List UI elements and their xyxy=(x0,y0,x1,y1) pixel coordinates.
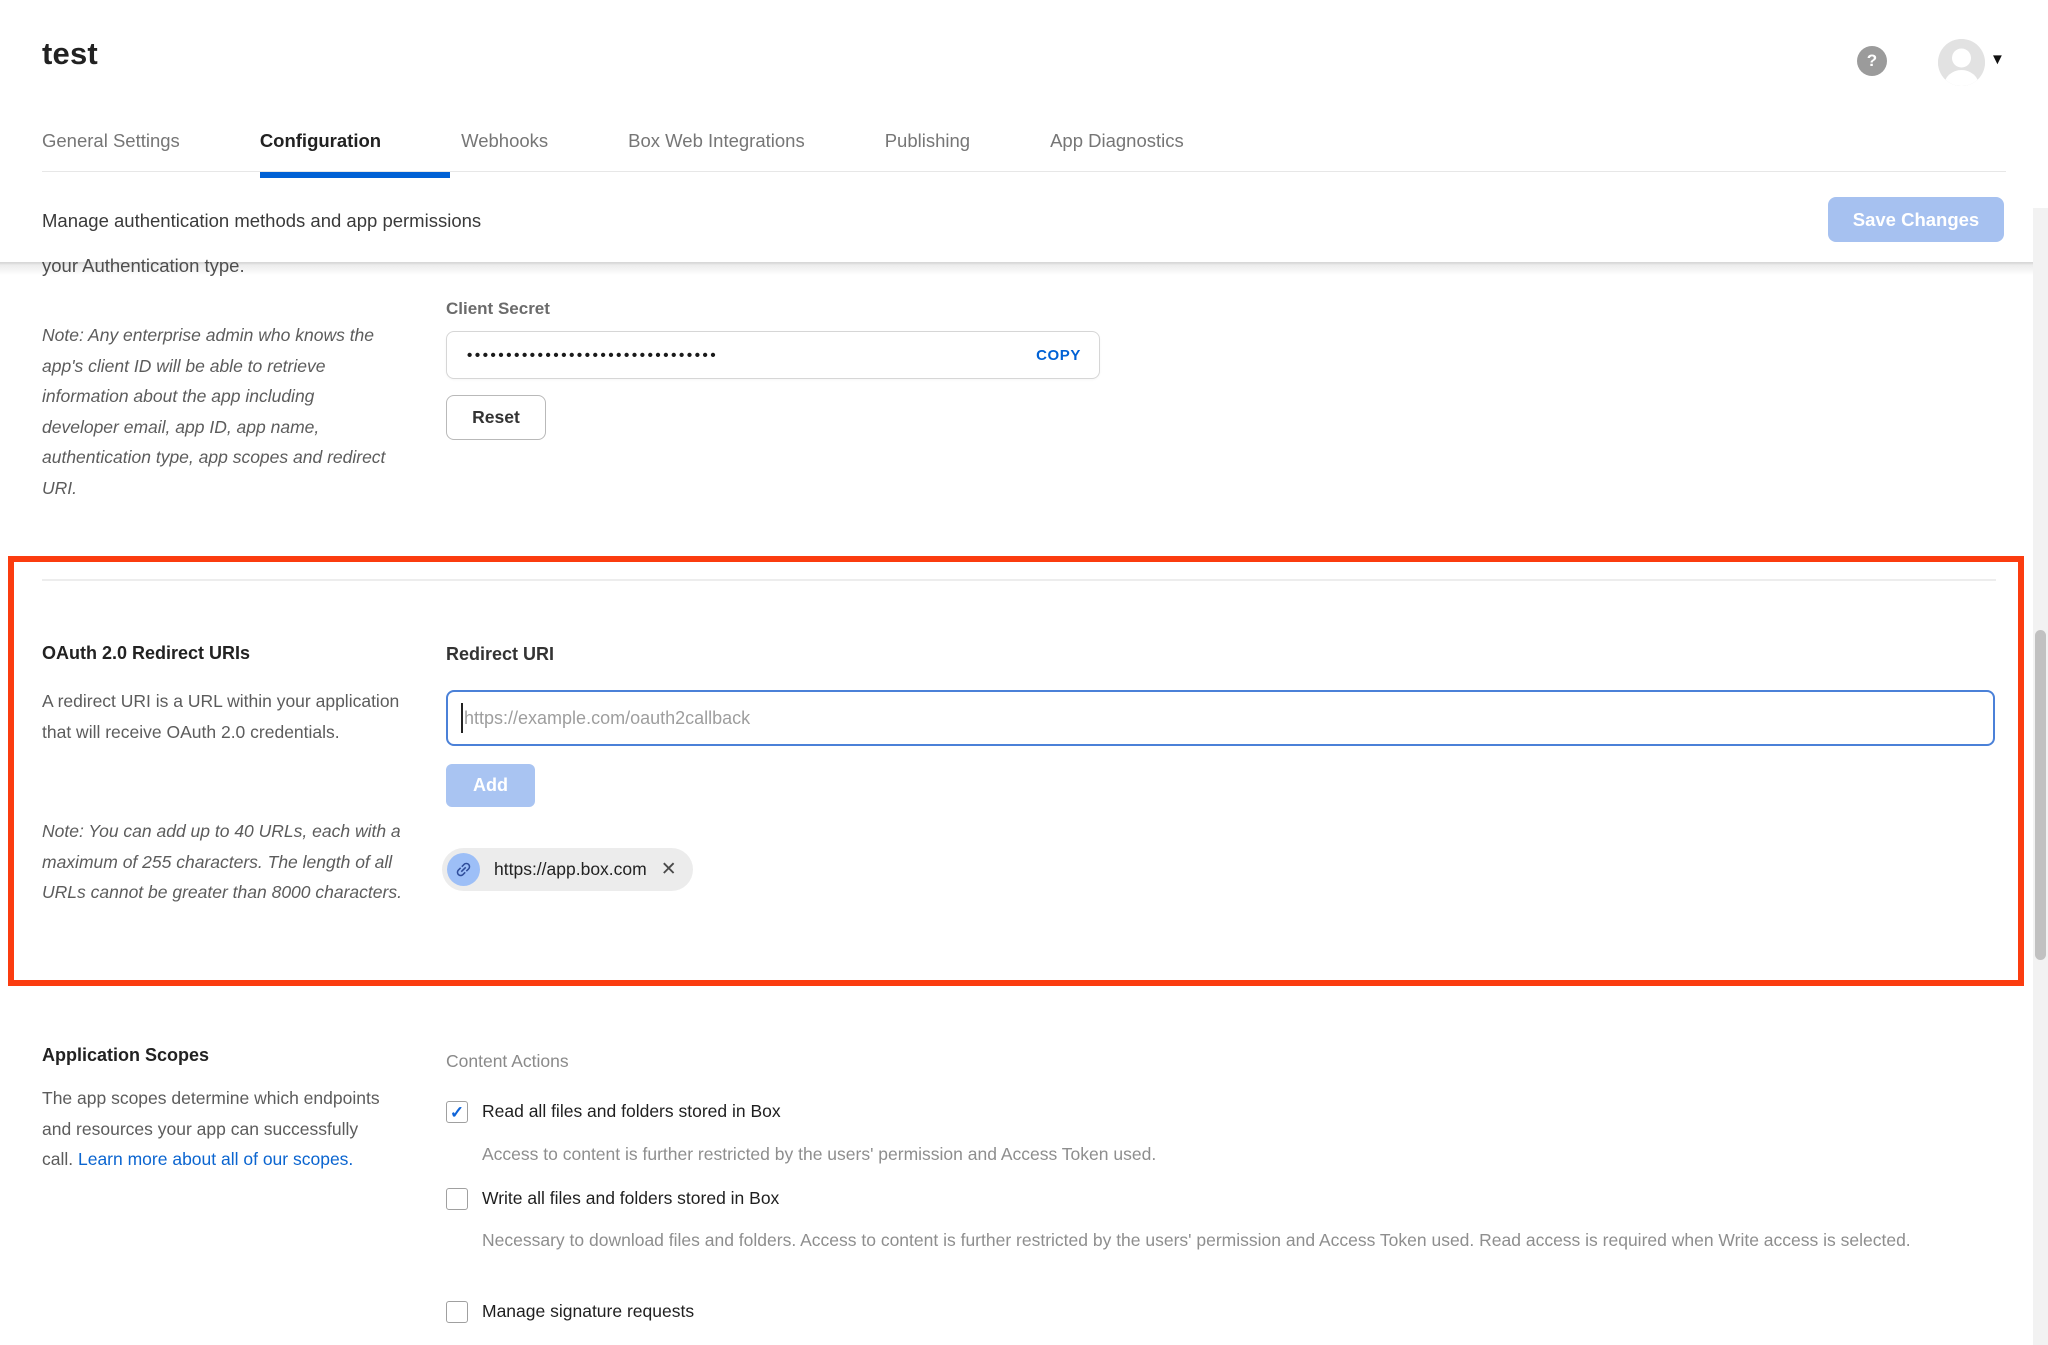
text-cursor xyxy=(461,703,463,733)
chevron-down-icon[interactable]: ▼ xyxy=(1990,51,2005,68)
page-title: test xyxy=(42,36,98,72)
oauth-redirect-description: A redirect URI is a URL within your appl… xyxy=(42,686,404,747)
redirect-uri-label: Redirect URI xyxy=(446,644,554,665)
checkbox-read-files-description: Access to content is further restricted … xyxy=(482,1139,1156,1169)
checkbox-read-files-label[interactable]: Read all files and folders stored in Box xyxy=(482,1101,781,1122)
redirect-uri-input[interactable] xyxy=(446,690,1995,746)
reset-client-secret-button[interactable]: Reset xyxy=(446,395,546,440)
annotation-highlight-rectangle xyxy=(8,556,2024,986)
learn-more-scopes-link[interactable]: Learn more about all of our scopes. xyxy=(78,1149,353,1169)
redirect-uri-chip-url: https://app.box.com xyxy=(494,859,647,880)
oauth-redirect-uris-title: OAuth 2.0 Redirect URIs xyxy=(42,643,250,664)
checkbox-manage-signature[interactable] xyxy=(446,1301,468,1323)
application-scopes-title: Application Scopes xyxy=(42,1045,209,1066)
section-divider xyxy=(42,579,1996,581)
remove-chip-icon[interactable]: ✕ xyxy=(661,860,677,879)
save-changes-button[interactable]: Save Changes xyxy=(1828,197,2004,242)
client-secret-note: Note: Any enterprise admin who knows the… xyxy=(42,320,390,503)
avatar[interactable] xyxy=(1938,39,1985,86)
checkbox-read-files[interactable]: ✓ xyxy=(446,1101,468,1123)
redirect-uri-chip: https://app.box.com ✕ xyxy=(442,848,693,891)
oauth-redirect-note: Note: You can add up to 40 URLs, each wi… xyxy=(42,816,424,908)
person-silhouette-icon xyxy=(1938,39,1985,86)
client-secret-field[interactable]: •••••••••••••••••••••••••••••••• COPY xyxy=(446,331,1100,379)
clipped-paragraph-text: your Authentication type. xyxy=(42,255,245,277)
checkbox-write-files-description: Necessary to download files and folders.… xyxy=(482,1225,2042,1255)
link-icon xyxy=(447,853,480,886)
checkbox-manage-signature-label[interactable]: Manage signature requests xyxy=(482,1301,694,1322)
scrollbar-thumb[interactable] xyxy=(2035,630,2046,960)
checkmark-icon: ✓ xyxy=(450,1104,464,1121)
help-glyph: ? xyxy=(1867,51,1877,71)
content-actions-label: Content Actions xyxy=(446,1051,569,1072)
add-redirect-uri-button[interactable]: Add xyxy=(446,764,535,807)
subheader-description: Manage authentication methods and app pe… xyxy=(42,210,481,232)
application-scopes-description: The app scopes determine which endpoints… xyxy=(42,1083,394,1175)
tab-bar-divider xyxy=(42,171,2006,172)
checkbox-manage-signature-description: Interact with Box Sign endpoints. Learn … xyxy=(482,1338,1001,1345)
copy-client-secret-link[interactable]: COPY xyxy=(1036,347,1081,364)
help-icon[interactable]: ? xyxy=(1857,46,1887,76)
checkbox-write-files[interactable] xyxy=(446,1188,468,1210)
checkbox-write-files-label[interactable]: Write all files and folders stored in Bo… xyxy=(482,1188,779,1209)
client-secret-masked-value: •••••••••••••••••••••••••••••••• xyxy=(467,347,1036,364)
client-secret-label: Client Secret xyxy=(446,299,550,319)
sticky-header-shadow xyxy=(0,262,2048,275)
